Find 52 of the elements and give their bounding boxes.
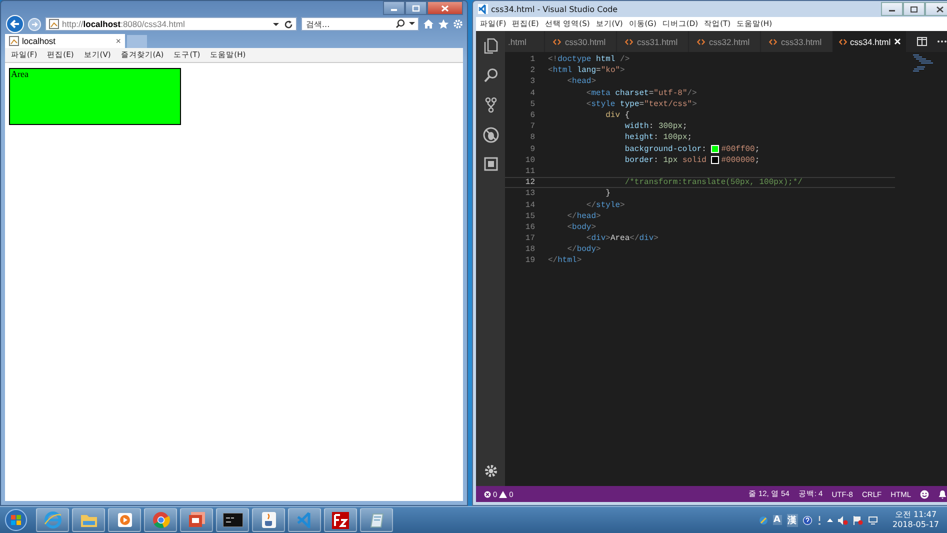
close-tab-button[interactable]: × [116,36,121,46]
rendered-div-area: Area [9,68,181,125]
code-line: border: 1px solid #000000; [624,156,760,165]
code-line: width: 300px; [624,122,688,132]
code-line: height: 100px; [624,133,692,142]
code-line: <style type="text/css"> [585,100,697,109]
line-number: 18 [524,245,536,254]
code-line: <body> [566,222,596,232]
line-number: 11 [524,166,536,176]
code-line: /*transform:translate(50px, 100px);*/ [624,178,802,188]
line-number: 13 [524,189,536,198]
line-number: 6 [529,111,536,120]
window-title: css34.html - Visual Studio Code [491,4,619,14]
line-number: 9 [529,144,536,154]
line-number: 17 [524,234,536,244]
browser-tab[interactable]: localhost × [5,34,125,48]
file-tab[interactable]: css33.html [761,31,833,52]
address-field[interactable]: http://localhost:8080/css34.html [45,17,297,31]
code-line: </html> [548,256,582,266]
line-number: 19 [524,256,536,266]
line-number: 16 [524,222,536,232]
code-line: background-color: #00ff00; [624,144,760,154]
file-tab[interactable]: css32.html [689,31,761,52]
file-tab[interactable]: .html [505,31,545,52]
code-line: div { [604,111,630,120]
code-line: <meta charset="utf-8"/> [585,88,697,98]
line-number: 8 [529,133,536,142]
line-number: 2 [529,66,536,76]
code-line: <html lang="ko"> [548,66,625,76]
clock[interactable]: 오전 11:47 2018-05-17 [892,510,939,530]
code-line: <!doctype html /> [548,55,630,64]
code-line: </body> [566,245,601,254]
line-number: 1 [529,55,536,64]
code-line: <head> [566,77,596,86]
clock-date: 2018-05-17 [892,520,939,530]
line-number: 7 [529,122,536,132]
line-number: 4 [529,88,536,98]
line-number: 14 [524,200,536,210]
search-field[interactable]: 검색... [301,17,419,31]
file-tab[interactable]: css30.html [545,31,617,52]
clock-time: 오전 11:47 [894,510,937,520]
code-line: <div>Area</div> [585,234,658,244]
file-tab[interactable]: css31.html [617,31,689,52]
code-line: } [604,189,610,198]
line-number: 15 [524,212,536,221]
code-line: </style> [585,200,625,210]
line-number: 5 [529,100,536,109]
file-tab[interactable]: css34.html [833,31,907,52]
line-number: 12 [524,178,536,188]
code-line: </head> [566,212,601,221]
line-number: 3 [529,77,536,86]
line-number: 10 [524,156,536,165]
